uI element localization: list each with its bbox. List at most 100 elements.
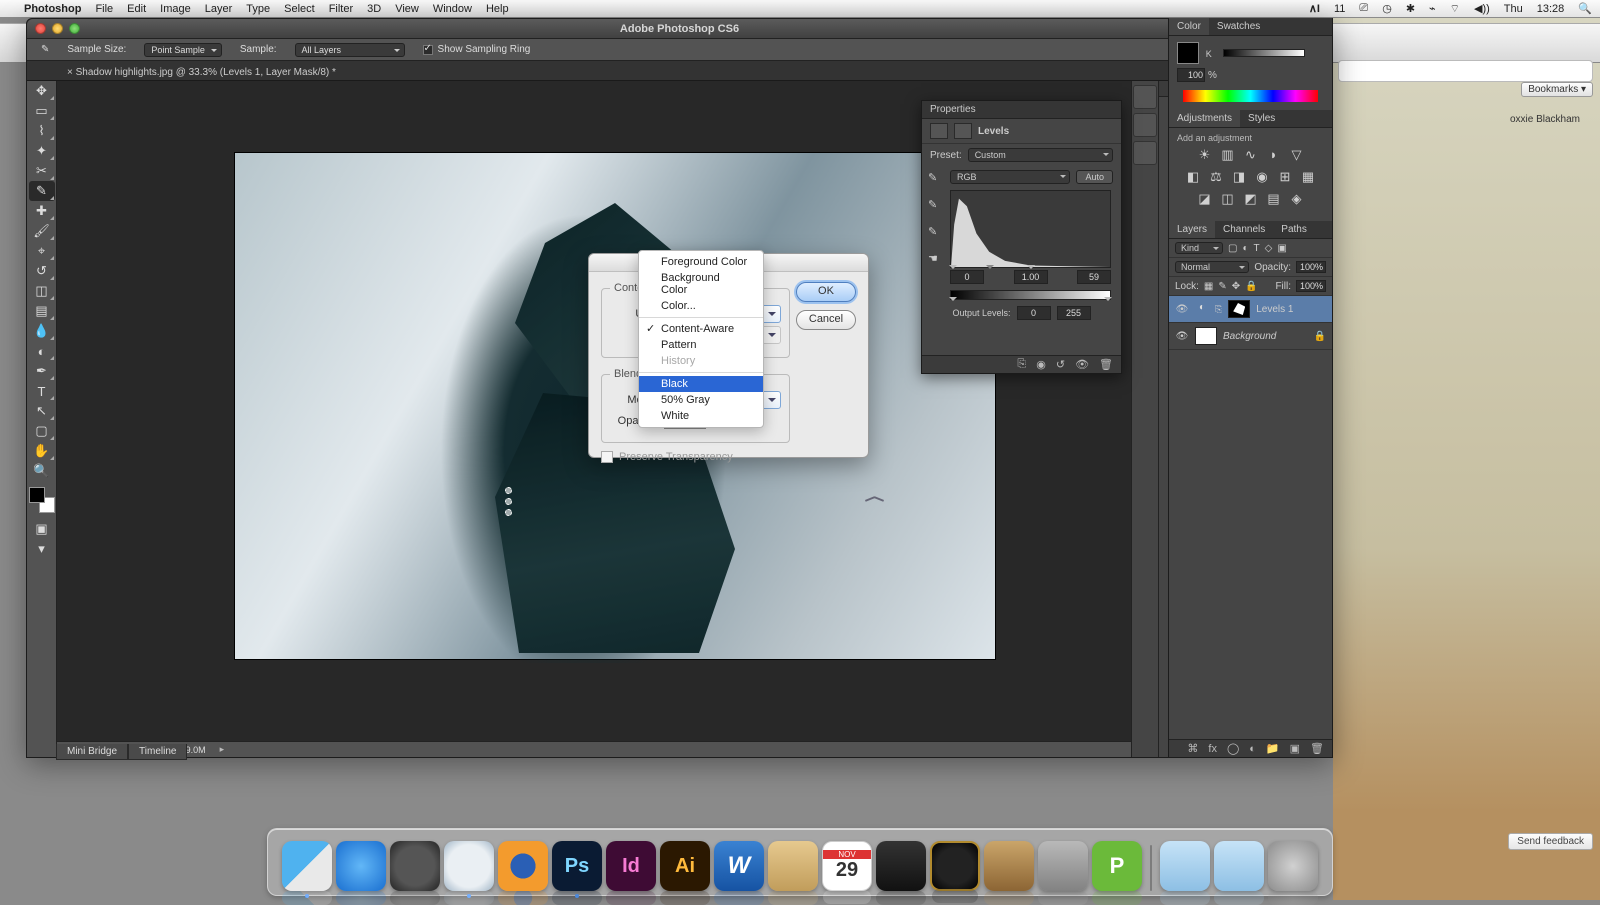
bw-icon[interactable]: ◨ xyxy=(1231,169,1247,185)
pen-tool[interactable]: ✒ xyxy=(29,361,55,381)
menu-item-background[interactable]: Background Color xyxy=(639,270,763,298)
zoom-tool[interactable]: 🔍 xyxy=(29,461,55,481)
histogram[interactable] xyxy=(950,190,1111,268)
brightness-icon[interactable]: ☀ xyxy=(1197,147,1213,163)
foreground-background-swatch[interactable] xyxy=(29,487,55,513)
visibility-toggle[interactable]: 👁 xyxy=(1175,331,1189,342)
dock-contacts[interactable] xyxy=(768,841,818,891)
hue-icon[interactable]: ◧ xyxy=(1185,169,1201,185)
new-layer-icon[interactable]: ▣ xyxy=(1290,742,1300,755)
shape-tool[interactable]: ▢ xyxy=(29,421,55,441)
menu-item-foreground[interactable]: Foreground Color xyxy=(639,254,763,270)
view-prev-icon[interactable]: ◉ xyxy=(1036,358,1046,371)
clock-time[interactable]: 13:28 xyxy=(1537,3,1565,15)
gray-eyedropper-icon[interactable]: ✎ xyxy=(928,198,938,211)
menu-filter[interactable]: Filter xyxy=(329,3,353,15)
blend-mode-select[interactable]: Normal xyxy=(1175,261,1249,273)
menu-item-50-gray[interactable]: 50% Gray xyxy=(639,392,763,408)
dock-preferences[interactable] xyxy=(1038,841,1088,891)
clock-icon[interactable]: ◷ xyxy=(1382,2,1392,15)
quickmask-toggle[interactable]: ▣ xyxy=(29,519,55,539)
new-group-icon[interactable]: 📁 xyxy=(1266,742,1280,755)
collapsed-panel-icon[interactable] xyxy=(1133,113,1157,137)
bookmarks-button[interactable]: Bookmarks ▾ xyxy=(1521,82,1593,97)
tab-timeline[interactable]: Timeline xyxy=(128,744,187,760)
screenmode-toggle[interactable]: ▾ xyxy=(29,539,55,559)
menu-item-content-aware[interactable]: Content-Aware xyxy=(639,321,763,337)
tab-color[interactable]: Color xyxy=(1169,18,1209,35)
tab-styles[interactable]: Styles xyxy=(1240,110,1283,127)
dodge-tool[interactable]: ◐ xyxy=(29,341,55,361)
dock-photoshop[interactable]: Ps xyxy=(552,841,602,891)
curves-icon[interactable]: ∿ xyxy=(1243,147,1259,163)
show-sampling-ring-checkbox[interactable]: Show Sampling Ring xyxy=(423,44,531,55)
collapsed-panel-icon[interactable] xyxy=(1133,141,1157,165)
marquee-tool[interactable]: ▭ xyxy=(29,101,55,121)
dock-folder-2[interactable] xyxy=(1214,841,1264,891)
new-adjust-icon[interactable]: ◐ xyxy=(1249,743,1256,755)
hue-strip[interactable] xyxy=(1183,90,1318,102)
levels-adjust-icon[interactable] xyxy=(930,123,948,139)
filter-pixel-icon[interactable]: ▢ xyxy=(1228,243,1237,254)
adobe-status-icon[interactable]: ∧I xyxy=(1309,2,1320,15)
dock-image-capture[interactable] xyxy=(876,841,926,891)
menu-item-white[interactable]: White xyxy=(639,408,763,424)
bluetooth-icon[interactable]: ⌁ xyxy=(1429,2,1436,15)
sample-size-select[interactable]: Point Sample xyxy=(144,43,222,57)
tab-adjustments[interactable]: Adjustments xyxy=(1169,110,1240,127)
fx-icon[interactable]: fx xyxy=(1208,743,1217,755)
blur-tool[interactable]: 💧 xyxy=(29,321,55,341)
channel-select[interactable]: RGB xyxy=(950,170,1070,184)
photo-filter-icon[interactable]: ◉ xyxy=(1254,169,1270,185)
link-layers-icon[interactable]: ⌘ xyxy=(1187,742,1198,755)
dock-firefox[interactable] xyxy=(498,841,548,891)
app-menu[interactable]: Photoshop xyxy=(24,3,81,15)
filter-smart-icon[interactable]: ▣ xyxy=(1277,243,1286,254)
filter-shape-icon[interactable]: ◇ xyxy=(1265,243,1273,254)
lookup-icon[interactable]: ▦ xyxy=(1300,169,1316,185)
delete-layer-icon[interactable]: 🗑 xyxy=(1310,742,1324,755)
visibility-icon[interactable]: 👁 xyxy=(1075,358,1089,371)
wand-tool[interactable]: ✦ xyxy=(29,141,55,161)
layer-mask-thumb[interactable] xyxy=(1228,300,1250,318)
gradient-map-icon[interactable]: ▤ xyxy=(1266,191,1282,207)
menu-edit[interactable]: Edit xyxy=(127,3,146,15)
document-tab[interactable]: × Shadow highlights.jpg @ 33.3% (Levels … xyxy=(57,64,346,80)
posterize-icon[interactable]: ◫ xyxy=(1220,191,1236,207)
opacity-input[interactable] xyxy=(1296,261,1326,273)
foreground-color-swatch[interactable] xyxy=(29,487,45,503)
collapsed-panel-icon[interactable] xyxy=(1133,85,1157,109)
clock-day[interactable]: Thu xyxy=(1504,3,1523,15)
vibrance-icon[interactable]: ▽ xyxy=(1289,147,1305,163)
threshold-icon[interactable]: ◩ xyxy=(1243,191,1259,207)
auto-button[interactable]: Auto xyxy=(1076,170,1113,184)
menu-layer[interactable]: Layer xyxy=(205,3,233,15)
dock-illustrator[interactable]: Ai xyxy=(660,841,710,891)
eraser-tool[interactable]: ◫ xyxy=(29,281,55,301)
tab-mini-bridge[interactable]: Mini Bridge xyxy=(56,744,128,760)
menu-item-pattern[interactable]: Pattern xyxy=(639,337,763,353)
gradient-tool[interactable]: ▤ xyxy=(29,301,55,321)
brush-tool[interactable]: 🖌 xyxy=(29,221,55,241)
dock-word[interactable]: W xyxy=(714,841,764,891)
tab-channels[interactable]: Channels xyxy=(1215,221,1273,238)
link-icon[interactable]: ⎘ xyxy=(1215,304,1222,315)
output-white[interactable] xyxy=(1057,306,1091,320)
clip-icon[interactable]: ⎘ xyxy=(1017,358,1026,371)
tab-swatches[interactable]: Swatches xyxy=(1209,18,1268,35)
hand-tool[interactable]: ✋ xyxy=(29,441,55,461)
black-eyedropper-icon[interactable]: ✎ xyxy=(928,171,938,184)
mask-icon[interactable] xyxy=(954,123,972,139)
send-feedback-button[interactable]: Send feedback xyxy=(1508,833,1593,850)
menu-image[interactable]: Image xyxy=(160,3,191,15)
layer-thumb[interactable] xyxy=(1195,327,1217,345)
tab-layers[interactable]: Layers xyxy=(1169,221,1215,238)
hand-icon[interactable]: ☚ xyxy=(928,252,938,265)
menu-view[interactable]: View xyxy=(395,3,419,15)
eyedropper-tool[interactable]: ✎ xyxy=(29,181,55,201)
menu-type[interactable]: Type xyxy=(246,3,270,15)
dock-garageband[interactable] xyxy=(984,841,1034,891)
mask-icon[interactable]: ◯ xyxy=(1227,742,1239,755)
move-tool[interactable]: ✥ xyxy=(29,81,55,101)
dock-p-app[interactable]: P xyxy=(1092,841,1142,891)
